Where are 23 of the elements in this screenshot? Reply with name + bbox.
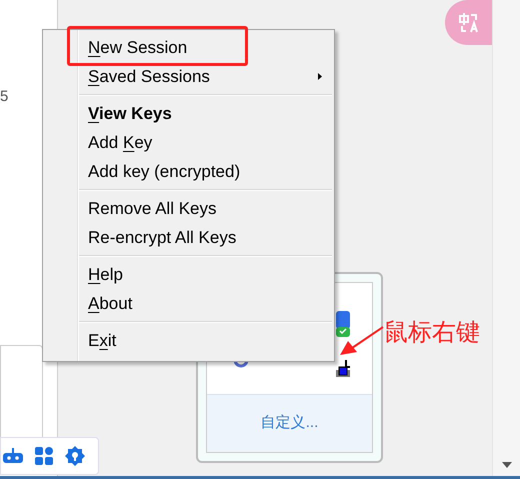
scroll-down-icon[interactable] (502, 462, 512, 468)
menu-item[interactable]: New Session (88, 33, 188, 62)
menu-item[interactable]: Exit (43, 326, 334, 355)
annotation-text: 鼠标右键 (384, 321, 480, 345)
gear-icon[interactable] (65, 446, 85, 466)
grid-icon[interactable] (35, 447, 53, 465)
scrollbar[interactable] (492, 0, 520, 476)
gamepad-icon[interactable] (3, 447, 23, 465)
app-icon[interactable] (336, 311, 350, 337)
menu-item[interactable]: Help (43, 260, 334, 289)
menu-item[interactable]: Remove All Keys (43, 194, 334, 223)
menu-item[interactable]: Saved Sessions (43, 62, 334, 91)
menu-item[interactable]: Add key (encrypted) (43, 157, 334, 186)
menu-item[interactable]: Add Key (43, 128, 334, 157)
menu-item[interactable]: About (43, 289, 334, 318)
side-panel-text: 5 (0, 87, 8, 107)
customize-link[interactable]: 自定义... (260, 412, 318, 435)
annotation-arrow (340, 326, 384, 356)
submenu-arrow-icon (318, 73, 322, 80)
ring-icon[interactable] (234, 360, 248, 370)
translate-icon (458, 12, 480, 34)
menu-item[interactable]: View Keys (43, 99, 334, 128)
menu-item[interactable]: Re-encrypt All Keys (43, 223, 334, 252)
